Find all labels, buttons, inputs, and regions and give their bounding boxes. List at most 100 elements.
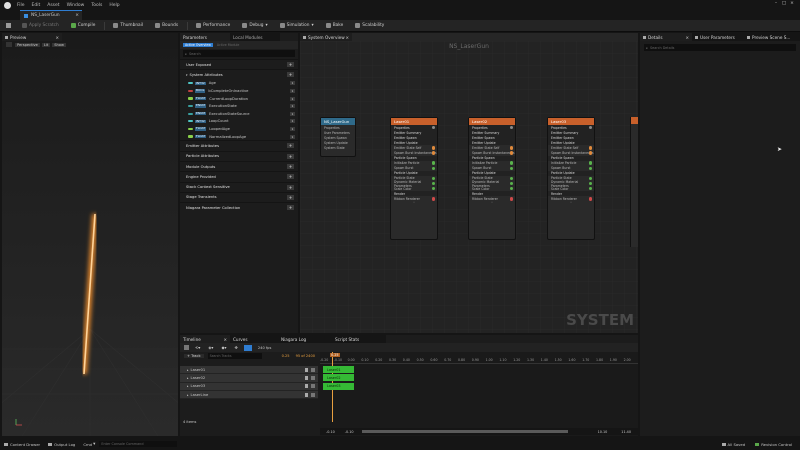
parameter-category[interactable]: Module Outputs + [180, 160, 298, 171]
snap-icon[interactable]: ⟲▾ [195, 345, 200, 350]
parameters-search[interactable]: ⌕ Search [183, 50, 295, 57]
close-icon[interactable]: × [788, 1, 796, 6]
bounds-button[interactable]: Bounds [152, 21, 181, 30]
range-start[interactable]: -0.10 [326, 430, 335, 434]
performance-button[interactable]: Performance [193, 21, 233, 30]
tab-user-parameters[interactable]: User Parameters [692, 33, 744, 41]
perspective-button[interactable]: Perspective [15, 42, 40, 47]
menu-asset[interactable]: Asset [47, 3, 59, 8]
parameter-row[interactable]: FLOAT CurrentLoopDuration 1 [188, 95, 298, 103]
add-parameter-button[interactable]: + [287, 143, 294, 149]
minimize-icon[interactable]: – [772, 1, 780, 6]
emitter-stack-row[interactable]: Ribbon Renderer [469, 196, 515, 201]
parameter-row[interactable]: FLOAT LoopedAge 1 [188, 125, 298, 133]
add-parameter-button[interactable]: + [287, 184, 294, 190]
parameter-row[interactable]: BOOL bCompleteOnInactive 1 [188, 87, 298, 95]
emitter-node-footer[interactable]: ⌃ [548, 201, 594, 206]
unreal-logo-icon[interactable] [4, 1, 11, 9]
timeline-track[interactable]: ▸ Laser02 [180, 374, 318, 383]
parameter-category[interactable]: Engine Provided + [180, 171, 298, 181]
parameter-category[interactable]: Emitter Attributes + [180, 140, 298, 150]
parameter-row[interactable]: FLOAT NormalizedLoopAge 1 [188, 133, 298, 141]
parameter-row[interactable]: INT32 LoopCount 1 [188, 118, 298, 126]
cmd-dropdown[interactable]: Cmd ▾ [83, 442, 95, 447]
sequencer-area[interactable]: -0.20 -0.10 0.00 0.10 0.20 0.30 0.40 0.50 0.60 0.… [320, 352, 638, 436]
tab-details[interactable]: Details × [640, 33, 692, 41]
details-search-input[interactable]: Search Details [650, 46, 674, 50]
emitter-node-footer[interactable]: ⌃ [391, 201, 437, 206]
add-parameter-button[interactable]: + [287, 164, 294, 170]
tab-parameters[interactable]: Parameters [180, 33, 230, 41]
parameter-row[interactable]: ENUM ExecutionState 1 [188, 102, 298, 110]
view-end[interactable]: 10.10 [598, 430, 608, 434]
track-edit-icon[interactable] [311, 367, 315, 372]
system-node-row[interactable]: System State [321, 145, 355, 150]
debug-dropdown[interactable]: Debug ▾ [239, 21, 270, 30]
emitter-stack-row[interactable]: Ribbon Renderer [391, 196, 437, 201]
timeline-track[interactable]: ▸ Laser03 [180, 382, 318, 391]
close-tab-icon[interactable]: × [223, 337, 227, 342]
track-options-icon[interactable] [305, 367, 308, 372]
menu-help[interactable]: Help [109, 3, 119, 8]
parameter-category[interactable]: Niagara Parameter Collection + [180, 202, 298, 212]
close-tab-icon[interactable]: × [685, 35, 689, 40]
scalability-button[interactable]: Scalability [352, 21, 387, 30]
track-search-input[interactable]: Search Tracks [210, 354, 232, 358]
close-tab-icon[interactable]: × [55, 35, 59, 40]
timeline-track[interactable]: ▸ LaserLine [180, 390, 318, 400]
thumbnail-button[interactable]: Thumbnail [110, 21, 146, 30]
view-start[interactable]: -0.10 [345, 430, 354, 434]
parameter-category[interactable]: Stack Context Sensitive + [180, 181, 298, 192]
preview-tab[interactable]: Preview × [2, 33, 62, 41]
keyframe-icon[interactable]: ◆▾ [221, 345, 226, 350]
category-user-exposed[interactable]: User Exposed + [180, 59, 298, 69]
menu-tools[interactable]: Tools [91, 3, 102, 8]
emitter-track-bar[interactable]: Laser02 [323, 374, 354, 382]
add-parameter-button[interactable]: + [287, 205, 294, 211]
tab-ns-lasergun[interactable]: NS_LaserGun × [20, 10, 82, 20]
subtab-active-overview[interactable]: Active Overview [183, 43, 213, 47]
menu-file[interactable]: File [17, 3, 25, 8]
tab-local-modules[interactable]: Local Modules [230, 33, 280, 41]
tab-timeline[interactable]: Timeline × [180, 335, 230, 343]
tab-curves[interactable]: Curves [230, 335, 278, 343]
close-tab-icon[interactable]: × [75, 13, 79, 18]
system-node[interactable]: NS_LaserGun Properties User Parameters Sys… [320, 117, 356, 157]
emitter-node[interactable]: Laser02 Properties Emitter Summary Emitter … [468, 117, 516, 240]
fps-dropdown[interactable]: 240 fps [258, 346, 271, 350]
emitter-stack-row[interactable]: Ribbon Renderer [548, 196, 594, 201]
content-drawer-button[interactable]: Content Drawer [4, 442, 40, 447]
add-parameter-button[interactable]: + [287, 174, 294, 180]
emitter-node-partial[interactable] [630, 117, 638, 247]
simulation-dropdown[interactable]: Simulation ▾ [277, 21, 317, 30]
add-parameter-button[interactable]: + [287, 72, 294, 78]
track-options-icon[interactable] [305, 384, 308, 389]
save-icon[interactable] [184, 345, 189, 350]
all-saved-indicator[interactable]: All Saved [721, 442, 745, 447]
category-system-attributes[interactable]: ▾ System Attributes + [180, 69, 298, 79]
add-parameter-button[interactable]: + [287, 62, 294, 68]
parameter-row[interactable]: ENUM ExecutionStateSource 1 [188, 110, 298, 118]
timeline-track[interactable]: ▸ Laser01 [180, 366, 318, 375]
compile-button[interactable]: Compile [68, 21, 99, 30]
subtab-active-module[interactable]: Active Module [217, 43, 239, 47]
show-button[interactable]: Show [52, 42, 66, 47]
add-parameter-button[interactable]: + [287, 153, 294, 159]
details-search[interactable]: ⌕ Search Details [644, 44, 796, 51]
time-ruler[interactable]: -0.20 -0.10 0.00 0.10 0.20 0.30 0.40 0.50 0.60 0.… [320, 358, 638, 364]
track-options-icon[interactable] [305, 392, 308, 397]
track-edit-icon[interactable] [311, 392, 315, 397]
save-icon[interactable] [6, 23, 11, 28]
track-edit-icon[interactable] [311, 384, 315, 389]
track-search[interactable]: Search Tracks [207, 353, 262, 359]
track-options-icon[interactable] [305, 375, 308, 380]
apply-scratch-button[interactable]: Apply Scratch [19, 21, 62, 30]
tab-system-overview[interactable]: System Overview × [300, 33, 352, 41]
maximize-icon[interactable]: □ [780, 1, 788, 6]
emitter-node-footer[interactable]: ⌃ [469, 201, 515, 206]
magnet-icon[interactable] [243, 344, 252, 351]
transform-icon[interactable]: ✥ [235, 345, 238, 350]
bake-button[interactable]: Bake [323, 21, 347, 30]
menu-window[interactable]: Window [67, 3, 85, 8]
console-input[interactable]: Enter Console Command [99, 441, 178, 447]
